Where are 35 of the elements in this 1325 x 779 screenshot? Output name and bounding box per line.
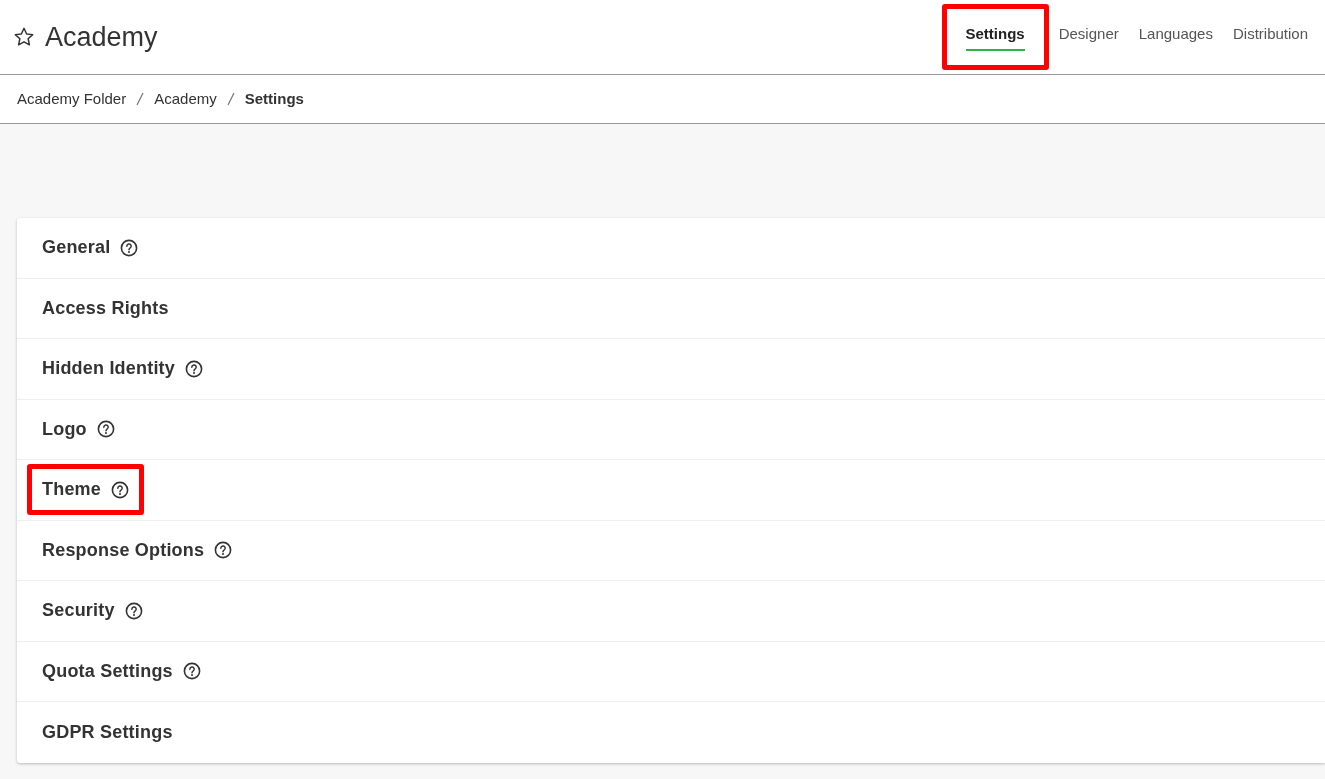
section-title: Access Rights bbox=[42, 296, 169, 320]
tab[interactable]: Languages bbox=[1128, 6, 1223, 68]
settings-section-row[interactable]: Response Options bbox=[17, 520, 1325, 581]
breadcrumb-link[interactable]: Academy bbox=[154, 87, 217, 111]
tab[interactable]: Settings bbox=[941, 4, 1049, 70]
star-icon[interactable] bbox=[13, 26, 35, 48]
settings-section-row[interactable]: Hidden Identity bbox=[17, 339, 1325, 400]
separator-icon bbox=[136, 92, 145, 106]
help-icon[interactable] bbox=[214, 541, 233, 560]
section-title: Quota Settings bbox=[42, 659, 173, 683]
settings-section-row[interactable]: General bbox=[17, 218, 1325, 279]
settings-section-row[interactable]: Access Rights bbox=[17, 278, 1325, 339]
section-title: Logo bbox=[42, 417, 87, 441]
section-title: GDPR Settings bbox=[42, 720, 173, 744]
help-icon[interactable] bbox=[185, 359, 203, 378]
tab[interactable]: Distribution bbox=[1222, 6, 1318, 68]
separator-icon bbox=[226, 92, 235, 106]
tab[interactable]: Designer bbox=[1048, 6, 1129, 68]
help-icon[interactable] bbox=[182, 662, 201, 681]
settings-section-row[interactable]: Quota Settings bbox=[17, 641, 1325, 702]
settings-section-row[interactable]: Logo bbox=[17, 399, 1325, 460]
help-icon[interactable] bbox=[96, 420, 115, 439]
section-title: Response Options bbox=[42, 538, 205, 562]
breadcrumb-link[interactable]: Academy Folder bbox=[17, 87, 127, 111]
section-title: General bbox=[42, 236, 111, 260]
section-title: Hidden Identity bbox=[42, 357, 175, 381]
section-title: Security bbox=[42, 599, 115, 623]
section-title: Theme bbox=[42, 478, 102, 502]
help-icon[interactable] bbox=[111, 480, 130, 499]
settings-section-row[interactable]: Security bbox=[17, 581, 1325, 642]
settings-section-row[interactable]: Theme bbox=[17, 460, 1325, 521]
help-icon[interactable] bbox=[124, 601, 143, 620]
help-icon[interactable] bbox=[120, 238, 139, 257]
page-title: Academy bbox=[45, 20, 158, 54]
settings-section-row[interactable]: GDPR Settings bbox=[17, 702, 1325, 763]
